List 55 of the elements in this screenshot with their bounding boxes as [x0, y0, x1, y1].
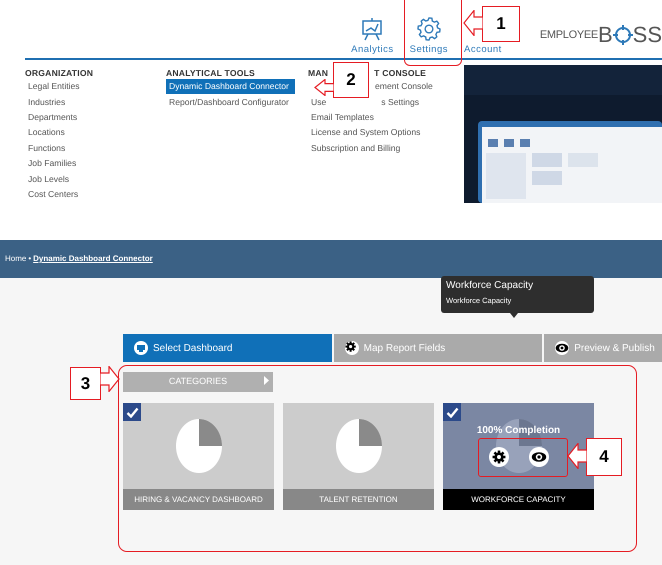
tooltip-title: Workforce Capacity: [446, 280, 534, 292]
highlight-frame: [404, 0, 462, 66]
callout-number: 2: [333, 62, 369, 98]
menu-heading: ORGANIZATION: [25, 67, 94, 79]
callout-number: 4: [586, 438, 622, 476]
settings-icon: [344, 341, 359, 355]
callout-arrow: [314, 79, 334, 96]
menu-item[interactable]: Legal Entities: [25, 79, 86, 94]
menu-item[interactable]: Job Families: [25, 156, 82, 172]
menu-item[interactable]: Report/Dashboard Configurator: [166, 94, 295, 110]
dashboard-thumbnail[interactable]: 100% Completion: [443, 403, 594, 489]
pie-chart-icon: [176, 419, 222, 473]
dashboard-thumbnail[interactable]: [283, 403, 434, 489]
dashboard-thumbnail[interactable]: [123, 403, 274, 489]
nav-tab[interactable]: Settings: [402, 14, 456, 58]
checkbox[interactable]: [123, 403, 141, 421]
callout-arrow: [463, 10, 483, 36]
nav-tab[interactable]: Account: [456, 42, 510, 58]
menu-item[interactable]: Locations: [25, 125, 71, 141]
callout-number: 1: [482, 6, 520, 42]
callout-number: 3: [70, 367, 101, 400]
checkbox[interactable]: [443, 403, 461, 421]
menu-item[interactable]: Functions: [25, 140, 72, 156]
breadcrumb-current[interactable]: Dynamic Dashboard Connector: [33, 253, 153, 265]
menu-item[interactable]: Cost Centers: [25, 186, 84, 202]
monitor-icon: [134, 341, 148, 355]
menu-item[interactable]: Email Templates: [308, 110, 380, 126]
menu-heading: ANALYTICAL TOOLS: [166, 67, 255, 79]
eye-icon: [555, 341, 570, 355]
nav-tab[interactable]: Analytics: [343, 14, 402, 58]
dashboard-title: HIRING & VACANCY DASHBOARD: [123, 489, 274, 510]
menu-item[interactable]: Departments: [25, 110, 84, 126]
caret-icon: [264, 376, 269, 385]
menu-heading: MAN: [308, 67, 328, 79]
menu-item[interactable]: Dynamic Dashboard Connector: [166, 79, 295, 94]
menu-item[interactable]: Industries: [25, 94, 72, 110]
menu-item[interactable]: Job Levels: [25, 171, 76, 187]
easel-chart-icon: [360, 16, 384, 41]
wizard-tab[interactable]: Select Dashboard: [123, 334, 332, 362]
completion-label: 100% Completion: [476, 424, 560, 438]
menu-item[interactable]: Subscription and Billing: [308, 140, 406, 156]
callout-arrow: [100, 366, 120, 392]
menu-item[interactable]: Use: [308, 94, 332, 110]
menu-heading: T CONSOLE: [374, 67, 426, 79]
dashboard-title: WORKFORCE CAPACITY: [443, 489, 594, 510]
dashboard-title: TALENT RETENTION: [283, 489, 434, 510]
callout-arrow: [567, 443, 587, 469]
menu-item[interactable]: License and System Options: [308, 125, 426, 141]
settings-button[interactable]: [488, 447, 508, 467]
menu-item[interactable]: ement Console: [372, 79, 439, 94]
menu-item[interactable]: s Settings: [378, 94, 426, 110]
pie-chart-icon: [336, 419, 382, 473]
breadcrumb-link[interactable]: Home: [5, 253, 26, 265]
breadcrumb-separator: •: [28, 253, 32, 265]
settings-icon: [416, 16, 441, 41]
